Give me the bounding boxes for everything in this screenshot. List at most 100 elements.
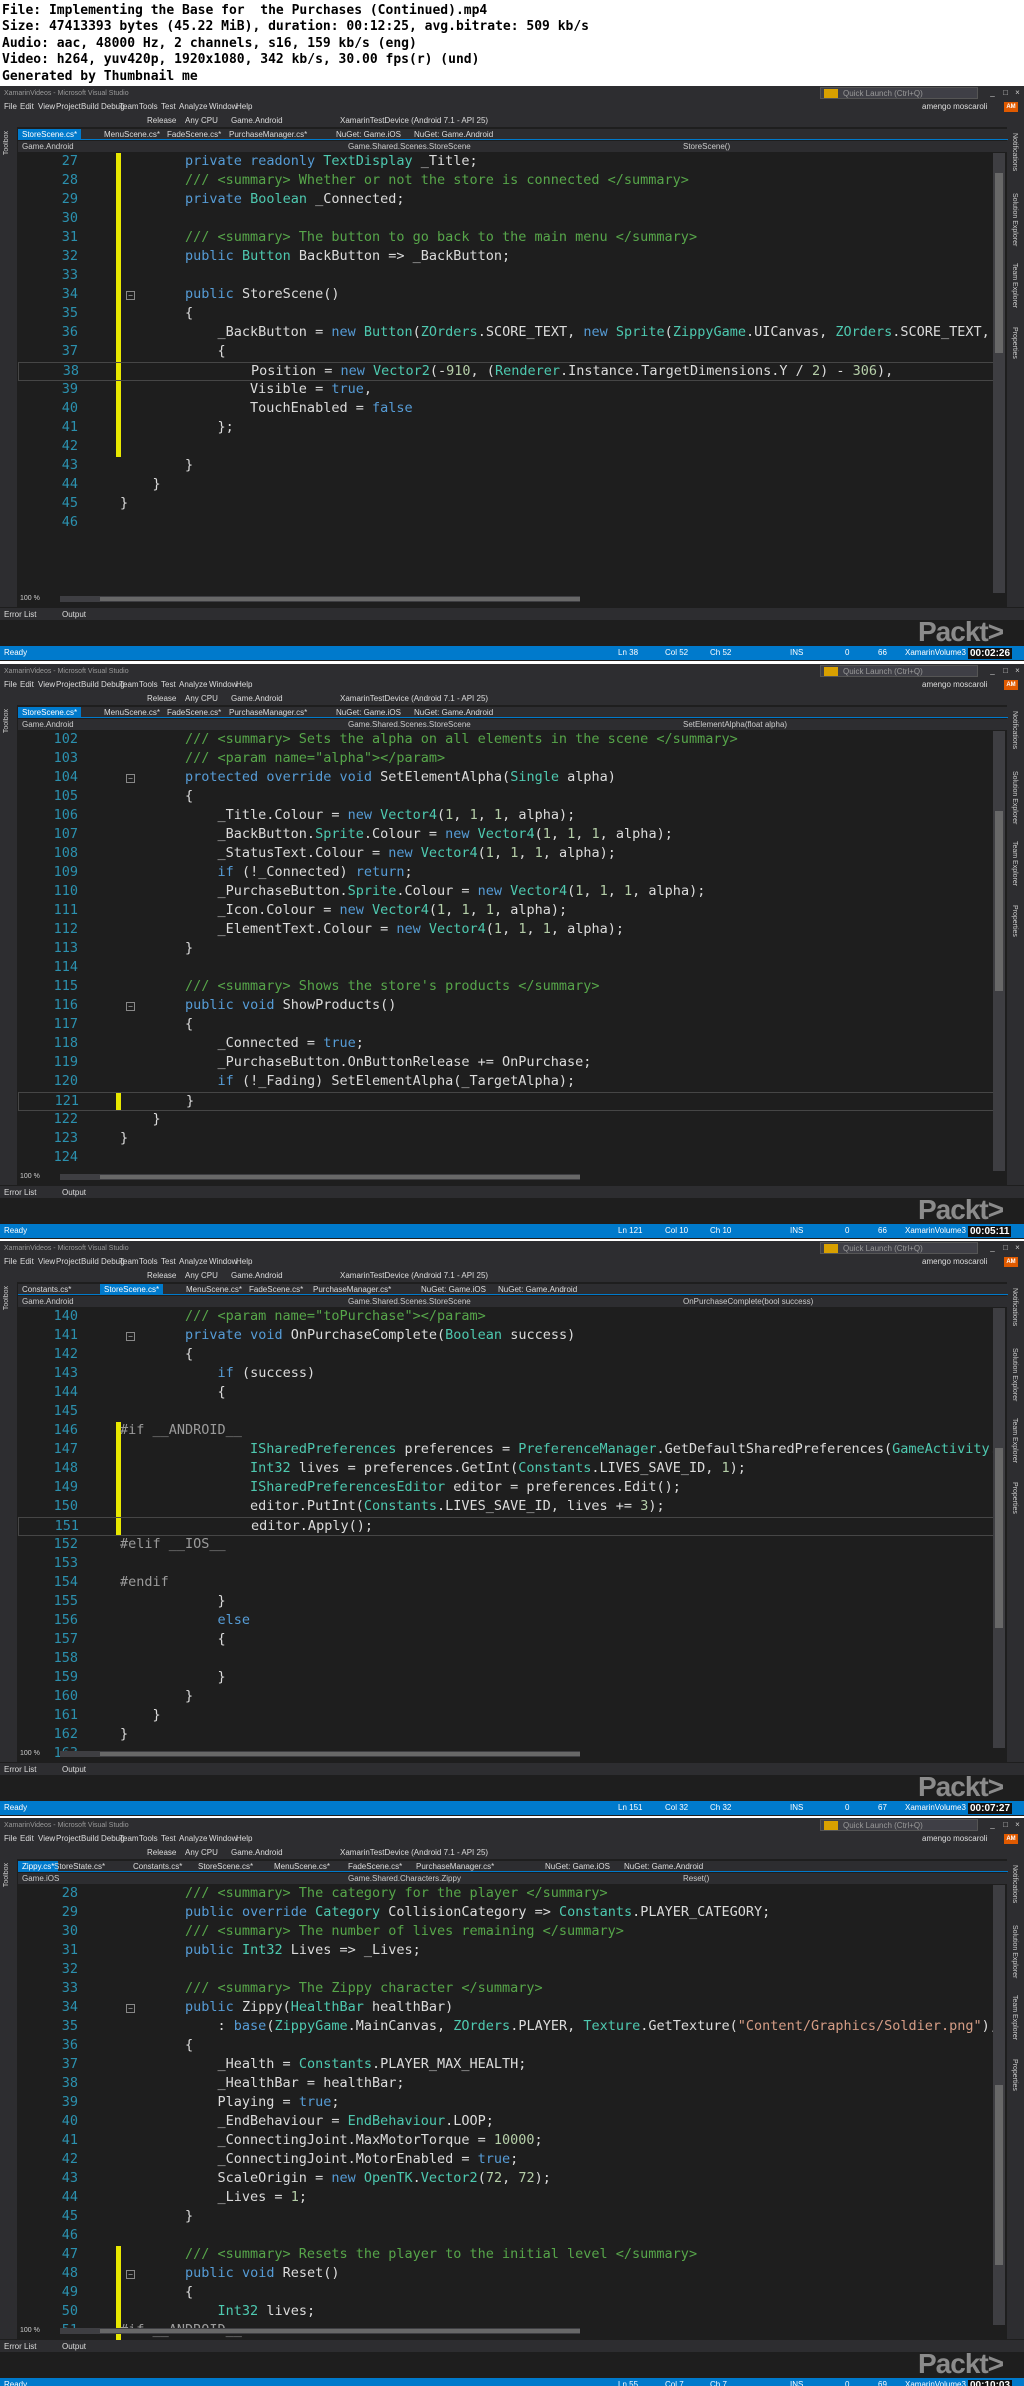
code-text[interactable]: } — [120, 1688, 193, 1704]
tab-document[interactable]: FadeScene.cs* — [163, 129, 225, 140]
code-line[interactable]: 30 /// <summary> The number of lives rem… — [18, 1923, 993, 1942]
tab-document[interactable]: NuGet: Game.iOS — [332, 129, 405, 140]
tab-document[interactable]: NuGet: Game.iOS — [332, 707, 405, 718]
quick-launch-input[interactable]: Quick Launch (Ctrl+Q) — [820, 665, 978, 677]
code-line[interactable]: 123} — [18, 1130, 993, 1149]
tab-error-list[interactable]: Error List — [4, 1188, 36, 1197]
code-line[interactable]: 140 /// <param name="toPurchase"></param… — [18, 1308, 993, 1327]
tab-output[interactable]: Output — [62, 610, 86, 619]
code-line[interactable]: 46 — [18, 514, 993, 533]
nav-type-dropdown[interactable]: Game.Shared.Characters.Zippy — [348, 1874, 461, 1883]
code-line[interactable]: 37 { — [18, 343, 993, 362]
menu-window[interactable]: Window — [209, 680, 237, 689]
code-line[interactable]: 46 — [18, 2227, 993, 2246]
code-line[interactable]: 160 } — [18, 1688, 993, 1707]
code-line[interactable]: 44 } — [18, 476, 993, 495]
tab-document[interactable]: PurchaseManager.cs* — [412, 1861, 498, 1872]
tab-output[interactable]: Output — [62, 2342, 86, 2351]
menu-build[interactable]: Build — [81, 102, 99, 111]
code-line[interactable]: 29 private Boolean _Connected; — [18, 191, 993, 210]
code-line[interactable]: 38 Position = new Vector2(-910, (Rendere… — [18, 362, 993, 381]
code-text[interactable]: TouchEnabled = false — [120, 400, 413, 416]
code-text[interactable]: /// <summary> Shows the store's products… — [120, 978, 600, 994]
toolbar-item[interactable]: Any CPU — [185, 1848, 218, 1857]
code-line[interactable]: 50 Int32 lives; — [18, 2303, 993, 2322]
code-line[interactable]: 114 — [18, 959, 993, 978]
menu-project[interactable]: Project — [56, 1257, 81, 1266]
tab-error-list[interactable]: Error List — [4, 610, 36, 619]
toolbox-strip[interactable]: Toolbox — [0, 1859, 17, 2339]
code-line[interactable]: 32 public Button BackButton => _BackButt… — [18, 248, 993, 267]
code-line[interactable]: 107 _BackButton.Sprite.Colour = new Vect… — [18, 826, 993, 845]
code-text[interactable]: } — [120, 1669, 226, 1685]
code-line[interactable]: 145 — [18, 1403, 993, 1422]
code-text[interactable]: _ElementText.Colour = new Vector4(1, 1, … — [120, 921, 625, 937]
status-changes[interactable]: 0 — [845, 1803, 849, 1812]
horizontal-scrollbar[interactable] — [60, 1174, 580, 1180]
toolbox-strip[interactable]: Toolbox — [0, 705, 17, 1185]
status-changes[interactable]: 0 — [845, 2380, 849, 2386]
code-text[interactable]: public void ShowProducts() — [120, 997, 396, 1013]
code-editor[interactable]: −27 private readonly TextDisplay _Title;… — [18, 153, 993, 661]
menu-tools[interactable]: Tools — [139, 1834, 158, 1843]
code-text[interactable]: private Boolean _Connected; — [120, 191, 405, 207]
status-project[interactable]: XamarinVolume3 — [905, 648, 966, 657]
zoom-level[interactable]: 100 % — [20, 595, 40, 602]
vertical-scrollbar[interactable] — [993, 1885, 1005, 2325]
code-text[interactable]: if (success) — [120, 1365, 316, 1381]
quick-launch-input[interactable]: Quick Launch (Ctrl+Q) — [820, 1242, 978, 1254]
code-line[interactable]: 157 { — [18, 1631, 993, 1650]
code-line[interactable]: 158 — [18, 1650, 993, 1669]
code-text[interactable]: : base(ZippyGame.MainCanvas, ZOrders.PLA… — [120, 2018, 993, 2034]
tab-error-list[interactable]: Error List — [4, 1765, 36, 1774]
code-line[interactable]: 29 public override Category CollisionCat… — [18, 1904, 993, 1923]
code-text[interactable]: public Zippy(HealthBar healthBar) — [120, 1999, 453, 2015]
code-text[interactable]: } — [120, 940, 193, 956]
nav-project-dropdown[interactable]: Game.iOS — [22, 1874, 59, 1883]
code-text[interactable]: /// <param name="toPurchase"></param> — [120, 1308, 486, 1324]
code-line[interactable]: 142 { — [18, 1346, 993, 1365]
close-button[interactable]: × — [1011, 666, 1024, 676]
nav-project-dropdown[interactable]: Game.Android — [22, 1297, 74, 1306]
code-text[interactable]: } — [120, 1707, 161, 1723]
code-text[interactable]: _Health = Constants.PLAYER_MAX_HEALTH; — [120, 2056, 527, 2072]
code-text[interactable]: _ConnectingJoint.MaxMotorTorque = 10000; — [120, 2132, 543, 2148]
menu-build[interactable]: Build — [81, 1834, 99, 1843]
code-text[interactable]: { — [120, 788, 193, 804]
code-line[interactable]: 45 } — [18, 2208, 993, 2227]
code-text[interactable]: _Lives = 1; — [120, 2189, 307, 2205]
code-text[interactable]: /// <summary> Resets the player to the i… — [120, 2246, 697, 2262]
menu-help[interactable]: Help — [236, 680, 252, 689]
status-changes[interactable]: 0 — [845, 648, 849, 657]
code-line[interactable]: 144 { — [18, 1384, 993, 1403]
code-text[interactable]: } — [120, 2208, 193, 2224]
menu-view[interactable]: View — [38, 102, 55, 111]
nav-type-dropdown[interactable]: Game.Shared.Scenes.StoreScene — [348, 142, 471, 151]
nav-project-dropdown[interactable]: Game.Android — [22, 142, 74, 151]
code-text[interactable]: editor.PutInt(Constants.LIVES_SAVE_ID, l… — [120, 1498, 665, 1514]
menu-help[interactable]: Help — [236, 1257, 252, 1266]
code-line[interactable]: 27 private readonly TextDisplay _Title; — [18, 153, 993, 172]
code-line[interactable]: 49 { — [18, 2284, 993, 2303]
code-text[interactable]: } — [121, 1093, 194, 1109]
code-line[interactable]: 42 _ConnectingJoint.MotorEnabled = true; — [18, 2151, 993, 2170]
code-text[interactable]: { — [120, 305, 193, 321]
code-line[interactable]: 40 _EndBehaviour = EndBehaviour.LOOP; — [18, 2113, 993, 2132]
code-line[interactable]: 39 Visible = true, — [18, 381, 993, 400]
code-editor[interactable]: − −102 /// <summary> Sets the alpha on al… — [18, 731, 993, 1239]
right-strip-item[interactable]: Team Explorer — [1011, 1418, 1018, 1463]
code-line[interactable]: 146 #if __ANDROID__ — [18, 1422, 993, 1441]
close-button[interactable]: × — [1011, 1243, 1024, 1253]
menu-file[interactable]: File — [4, 680, 17, 689]
menu-file[interactable]: File — [4, 1257, 17, 1266]
menu-tools[interactable]: Tools — [139, 1257, 158, 1266]
code-line[interactable]: 149 ISharedPreferencesEditor editor = pr… — [18, 1479, 993, 1498]
menu-project[interactable]: Project — [56, 680, 81, 689]
menu-window[interactable]: Window — [209, 102, 237, 111]
code-text[interactable]: Int32 lives = preferences.GetInt(Constan… — [120, 1460, 746, 1476]
tab-error-list[interactable]: Error List — [4, 2342, 36, 2351]
code-line[interactable]: 37 _Health = Constants.PLAYER_MAX_HEALTH… — [18, 2056, 993, 2075]
filter-icon[interactable] — [824, 89, 838, 98]
code-line[interactable]: 124 — [18, 1149, 993, 1168]
toolbar-item[interactable]: Release — [147, 116, 176, 125]
